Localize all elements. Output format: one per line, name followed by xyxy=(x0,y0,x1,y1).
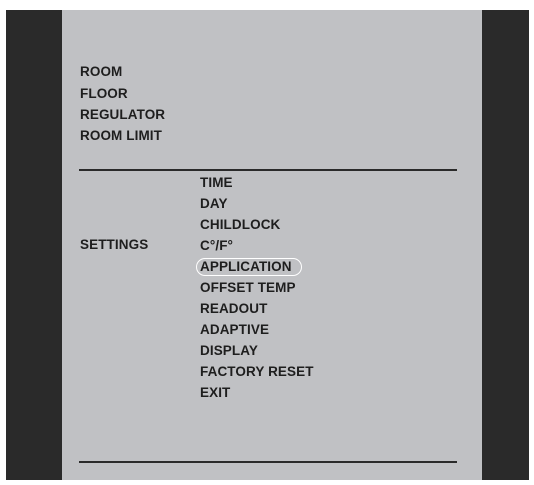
top-divider xyxy=(79,169,457,171)
settings-item-childlock[interactable]: CHILDLOCK xyxy=(200,217,280,233)
settings-label[interactable]: SETTINGS xyxy=(80,237,148,253)
settings-item-offset-temp[interactable]: OFFSET TEMP xyxy=(200,280,296,296)
settings-item-day[interactable]: DAY xyxy=(200,196,228,212)
menu-item-regulator[interactable]: REGULATOR xyxy=(80,107,165,123)
settings-item-exit[interactable]: EXIT xyxy=(200,385,230,401)
menu-item-floor[interactable]: FLOOR xyxy=(80,86,128,102)
settings-item-readout[interactable]: READOUT xyxy=(200,301,267,317)
settings-item-factory-reset[interactable]: FACTORY RESET xyxy=(200,364,314,380)
settings-item-adaptive[interactable]: ADAPTIVE xyxy=(200,322,269,338)
bottom-divider xyxy=(79,461,457,463)
settings-item-temp-unit[interactable]: C°/F° xyxy=(200,238,233,254)
settings-item-application[interactable]: APPLICATION xyxy=(200,259,292,275)
menu-item-room-limit[interactable]: ROOM LIMIT xyxy=(80,128,162,144)
thermostat-display: ROOM FLOOR REGULATOR ROOM LIMIT SETTINGS… xyxy=(62,10,482,480)
settings-item-display[interactable]: DISPLAY xyxy=(200,343,258,359)
menu-item-room[interactable]: ROOM xyxy=(80,64,122,80)
settings-item-time[interactable]: TIME xyxy=(200,175,233,191)
